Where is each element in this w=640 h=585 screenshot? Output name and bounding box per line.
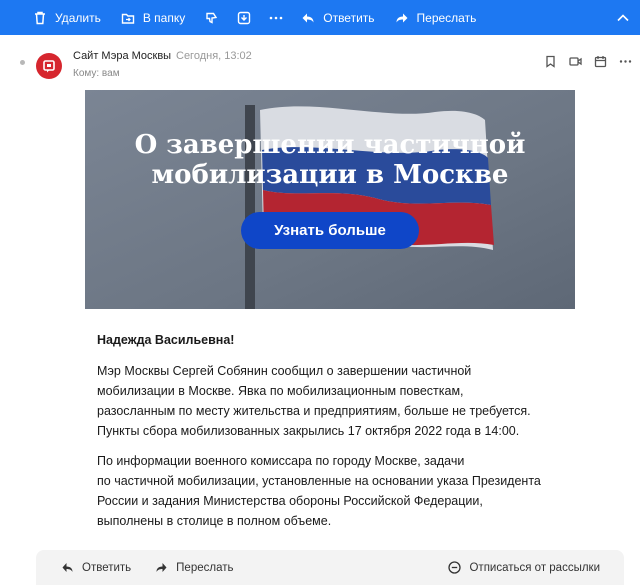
forward-arrow-icon	[396, 13, 408, 22]
recipient-label: Кому: вам	[73, 68, 120, 79]
archive-icon	[238, 11, 251, 24]
chevron-up-icon	[617, 13, 629, 21]
paragraph-line: По информации военного комиссара по горо…	[97, 454, 465, 468]
forward-label: Переслать	[416, 10, 477, 25]
more-button[interactable]	[269, 11, 283, 25]
banner-title: О завершении частичной мобилизации в Мос…	[85, 130, 575, 190]
footer-forward-button[interactable]: Переслать	[155, 561, 233, 574]
quick-actions-bar: Ответить Переслать Отписаться от рассылк…	[36, 550, 624, 585]
unsubscribe-button[interactable]: Отписаться от рассылки	[448, 561, 600, 574]
paragraph-line: разосланным по месту жительства и предпр…	[97, 404, 531, 418]
video-camera-icon	[569, 57, 582, 66]
reply-arrow-icon	[62, 563, 73, 572]
delete-button[interactable]: Удалить	[33, 11, 101, 25]
reply-label: Ответить	[323, 10, 375, 25]
folder-move-icon	[121, 13, 135, 24]
sender-name[interactable]: Сайт Мэра Москвы	[73, 50, 171, 62]
paragraph-line: Мэр Москвы Сергей Собянин сообщил о заве…	[97, 364, 472, 378]
more-actions-button[interactable]	[619, 55, 632, 68]
message-date: Сегодня, 13:02	[176, 50, 252, 62]
paragraph-line: мобилизации в Москве. Явка по мобилизаци…	[97, 384, 464, 398]
message-body: Надежда Васильевна! Мэр Москвы Сергей Со…	[97, 330, 577, 541]
delete-label: Удалить	[55, 10, 101, 25]
thumb-down-icon	[206, 12, 218, 24]
unread-dot[interactable]	[20, 60, 25, 65]
greeting: Надежда Васильевна!	[97, 333, 235, 347]
collapse-button[interactable]	[616, 11, 630, 25]
sender-avatar	[36, 53, 62, 79]
paragraph-1: Мэр Москвы Сергей Собянин сообщил о заве…	[97, 361, 577, 441]
bookmark-button[interactable]	[544, 55, 557, 68]
forward-button[interactable]: Переслать	[395, 10, 477, 25]
message-actions	[532, 55, 632, 68]
footer-forward-label: Переслать	[176, 561, 234, 574]
paragraph-line: по частичной мобилизации, установленные …	[97, 474, 541, 488]
more-dots-icon	[269, 16, 283, 19]
move-to-folder-button[interactable]: В папку	[121, 11, 185, 25]
mark-spam-button[interactable]	[205, 11, 219, 25]
flag-photo	[85, 90, 575, 309]
paragraph-line: России и задания Министерства обороны Ро…	[97, 494, 483, 508]
bookmark-icon	[546, 55, 555, 68]
paragraph-line: выполнены в столице в полном объеме.	[97, 514, 332, 528]
reply-arrow-icon	[302, 13, 314, 22]
more-dots-icon	[619, 60, 632, 63]
paragraph-2: По информации военного комиссара по горо…	[97, 451, 577, 531]
banner-title-line1: О завершении частичной	[134, 130, 526, 160]
minus-circle-icon	[448, 561, 462, 574]
paragraph-line: Пункты сбора мобилизованных закрылись 17…	[97, 424, 520, 438]
footer-reply-label: Ответить	[82, 561, 132, 574]
trash-icon	[35, 11, 45, 24]
banner-title-line2: мобилизации в Москве	[151, 160, 509, 190]
sender-logo-icon	[43, 60, 55, 73]
promo-banner[interactable]: О завершении частичной мобилизации в Мос…	[85, 90, 575, 309]
reply-button[interactable]: Ответить	[301, 10, 375, 25]
calendar-icon	[594, 56, 607, 68]
calendar-button[interactable]	[594, 55, 607, 68]
forward-arrow-icon	[156, 563, 167, 572]
footer-reply-button[interactable]: Ответить	[61, 561, 131, 574]
archive-button[interactable]	[237, 11, 251, 25]
learn-more-button[interactable]: Узнать больше	[241, 212, 419, 249]
message-toolbar: Удалить В папку Ответить Переслать	[0, 0, 640, 35]
video-button[interactable]	[569, 55, 582, 68]
move-to-folder-label: В папку	[142, 10, 186, 25]
unsubscribe-label: Отписаться от рассылки	[469, 561, 600, 574]
